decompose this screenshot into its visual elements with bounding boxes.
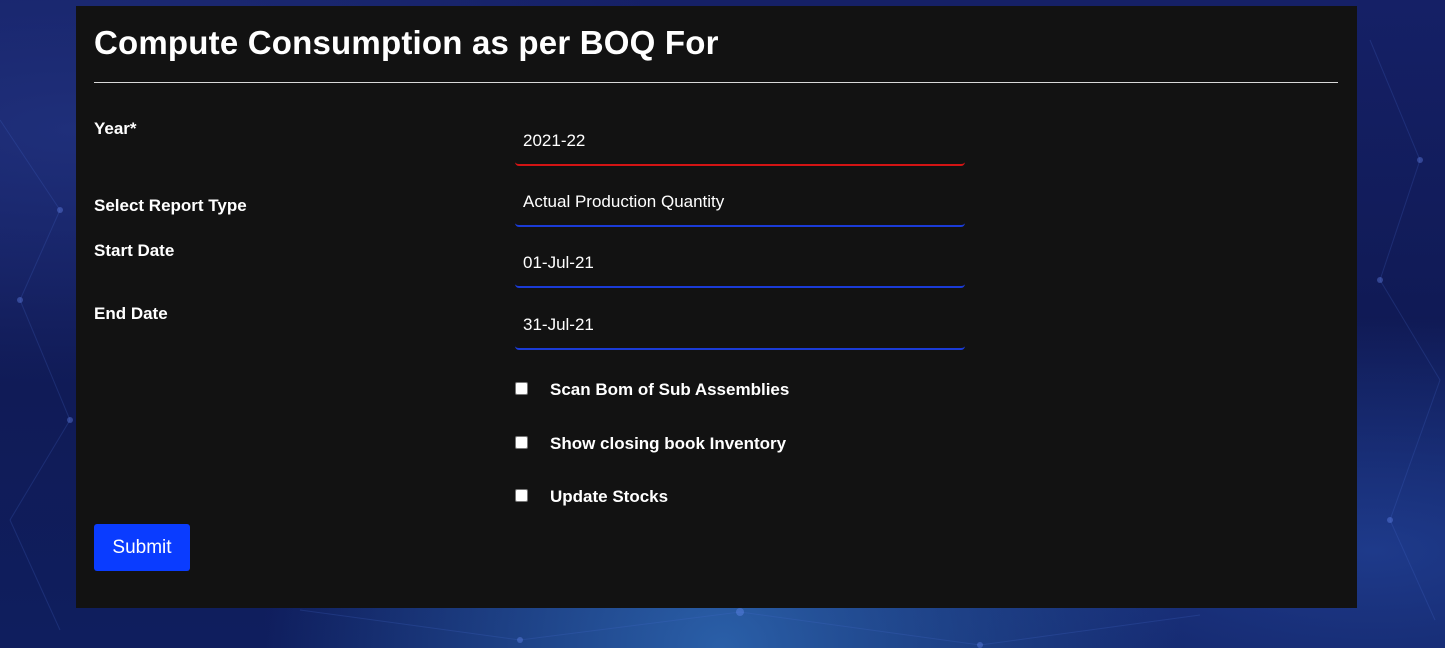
- start-date-value: 01-Jul-21: [523, 253, 594, 272]
- end-date-label: End Date: [94, 304, 168, 323]
- scan-bom-checkbox[interactable]: [515, 381, 528, 395]
- show-closing-inventory-label[interactable]: Show closing book Inventory: [550, 434, 786, 454]
- report-type-label: Select Report Type: [94, 196, 247, 215]
- report-type-value: Actual Production Quantity: [523, 192, 725, 211]
- title-divider: [94, 82, 1338, 83]
- end-date-input[interactable]: 31-Jul-21: [515, 302, 965, 350]
- page-title: Compute Consumption as per BOQ For: [94, 24, 719, 61]
- scan-bom-label[interactable]: Scan Bom of Sub Assemblies: [550, 380, 789, 400]
- consumption-form-panel: Compute Consumption as per BOQ For Year*…: [76, 6, 1357, 608]
- show-closing-inventory-option[interactable]: Show closing book Inventory: [515, 434, 786, 454]
- end-date-value: 31-Jul-21: [523, 315, 594, 334]
- start-date-input[interactable]: 01-Jul-21: [515, 240, 965, 288]
- report-type-select[interactable]: Actual Production Quantity: [515, 179, 965, 227]
- year-value: 2021-22: [523, 131, 586, 150]
- show-closing-inventory-checkbox[interactable]: [515, 435, 528, 449]
- year-select[interactable]: 2021-22: [515, 118, 965, 166]
- update-stocks-label[interactable]: Update Stocks: [550, 487, 668, 507]
- year-label: Year*: [94, 119, 137, 138]
- scan-bom-option[interactable]: Scan Bom of Sub Assemblies: [515, 380, 789, 400]
- update-stocks-checkbox[interactable]: [515, 488, 528, 502]
- start-date-label: Start Date: [94, 241, 175, 260]
- submit-button[interactable]: Submit: [94, 524, 190, 571]
- update-stocks-option[interactable]: Update Stocks: [515, 487, 668, 507]
